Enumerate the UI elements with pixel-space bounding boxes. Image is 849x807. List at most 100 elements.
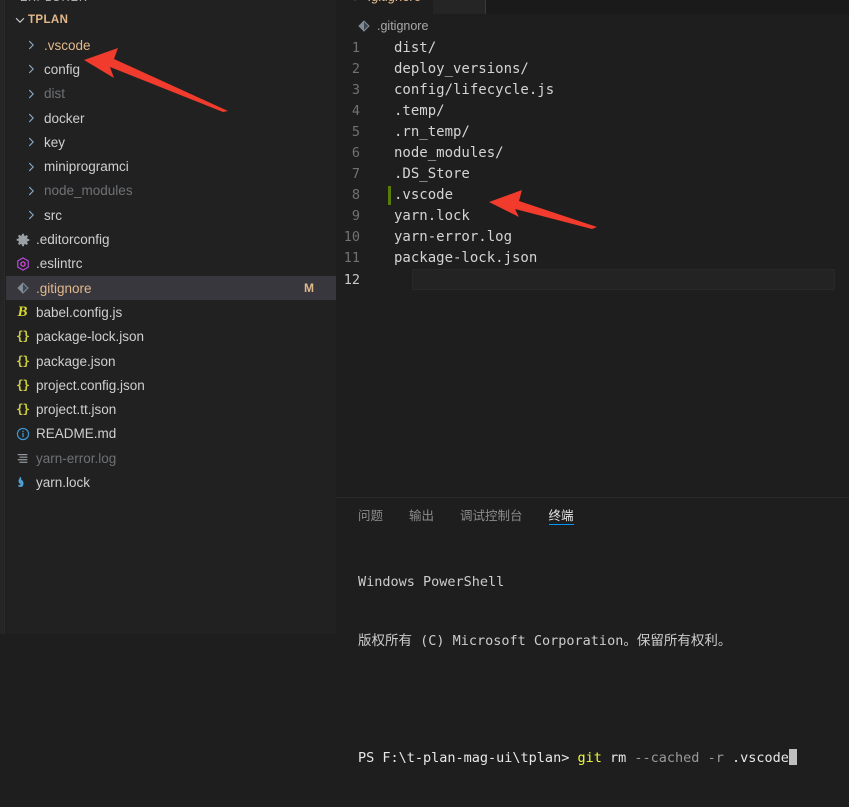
- panel-tab-list[interactable]: 问题 输出 调试控制台 终端: [336, 498, 849, 531]
- sidebar-title-bar: EXPLORER: [6, 0, 336, 9]
- file-tree-row[interactable]: node_modules: [6, 179, 336, 203]
- chevron-right-icon: [22, 110, 39, 127]
- yarn-cat-icon: [14, 474, 31, 491]
- file-name: README.md: [36, 426, 117, 442]
- code-line-text: .DS_Store: [394, 166, 470, 183]
- line-number: 5: [351, 123, 360, 140]
- explorer-sidebar: EXPLORER TPLAN .vscode config dist docker ke…: [6, 0, 336, 634]
- line-number: 3: [351, 81, 360, 98]
- vscode-window: EXPLORER TPLAN .vscode config dist docker ke…: [0, 0, 849, 766]
- file-tree[interactable]: .vscode config dist docker key miniprogramci n…: [6, 31, 336, 495]
- chevron-right-icon: [22, 134, 39, 151]
- terminal-arg-1: rm: [609, 749, 627, 766]
- code-editor[interactable]: 1 dist/2 deploy_versions/3 config/lifecycle…: [336, 37, 849, 497]
- terminal-command: git: [577, 749, 602, 766]
- code-line-text: config/lifecycle.js: [394, 81, 555, 98]
- file-tree-row[interactable]: key: [6, 130, 336, 154]
- tab-label: .gitignore: [368, 0, 421, 4]
- folder-name: src: [44, 207, 62, 223]
- gear-icon: [14, 231, 31, 248]
- file-tree-row[interactable]: docker: [6, 106, 336, 130]
- folder-name: config: [44, 61, 81, 77]
- git-file-icon: [348, 0, 362, 5]
- activity-bar[interactable]: [0, 0, 5, 634]
- line-number: 9: [351, 208, 360, 225]
- explorer-section-tplan[interactable]: TPLAN: [6, 9, 336, 31]
- panel-tab-output[interactable]: 输出: [409, 498, 434, 531]
- log-lines-icon: [14, 450, 31, 467]
- git-status-badge: M: [304, 281, 314, 296]
- sidebar-title: EXPLORER: [20, 0, 88, 4]
- git-file-icon: [14, 280, 31, 297]
- line-number: 1: [351, 39, 360, 56]
- terminal-output[interactable]: Windows PowerShell 版权所有 (C) Microsoft Co…: [336, 531, 849, 807]
- file-tree-row[interactable]: .editorconfig: [6, 227, 336, 251]
- tab-gitignore[interactable]: .gitignore: [336, 0, 434, 14]
- file-name: .eslintrc: [36, 256, 83, 272]
- file-tree-row[interactable]: {} project.tt.json: [6, 397, 336, 421]
- terminal-prompt: PS F:\t-plan-mag-ui\tplan>: [358, 749, 578, 766]
- json-braces-icon: {}: [15, 377, 30, 393]
- file-tree-row[interactable]: {} project.config.json: [6, 373, 336, 397]
- code-line-text: .temp/: [394, 102, 445, 119]
- breadcrumb[interactable]: .gitignore: [336, 14, 849, 37]
- terminal-line-2: 版权所有 (C) Microsoft Corporation。保留所有权利。: [358, 632, 732, 649]
- editor-tab-strip[interactable]: .gitignore: [336, 0, 849, 14]
- code-line[interactable]: 11 package-lock.json: [336, 248, 849, 269]
- line-number: 10: [343, 229, 360, 246]
- folder-name: key: [44, 134, 66, 150]
- info-circle-icon: [14, 425, 31, 442]
- folder-name: miniprogramci: [44, 159, 129, 175]
- file-tree-row[interactable]: {} package-lock.json: [6, 325, 336, 349]
- code-line[interactable]: 8 .vscode: [336, 185, 849, 206]
- code-line-text: deploy_versions/: [394, 60, 529, 77]
- code-line[interactable]: 6 node_modules/: [336, 142, 849, 163]
- panel-tab-problems[interactable]: 问题: [358, 498, 383, 531]
- file-name: yarn-error.log: [36, 450, 117, 466]
- file-tree-row[interactable]: .eslintrc: [6, 252, 336, 276]
- file-tree-row[interactable]: Bbabel.config.js: [6, 300, 336, 324]
- code-line-current[interactable]: 12: [336, 269, 849, 291]
- code-line-text: yarn.lock: [394, 208, 470, 225]
- file-tree-row[interactable]: config: [6, 57, 336, 81]
- code-line[interactable]: 4 .temp/: [336, 100, 849, 121]
- project-name: TPLAN: [28, 14, 69, 26]
- code-line[interactable]: 1 dist/: [336, 37, 849, 58]
- folder-name: node_modules: [44, 183, 133, 199]
- chevron-right-icon: [22, 207, 39, 224]
- chevron-right-icon: [22, 85, 39, 102]
- json-braces-icon: {}: [15, 328, 30, 344]
- file-name: project.tt.json: [36, 402, 117, 418]
- line-number: 12: [343, 271, 360, 288]
- file-tree-row[interactable]: yarn.lock: [6, 470, 336, 494]
- file-name: .gitignore: [36, 280, 92, 296]
- file-tree-row[interactable]: dist: [6, 82, 336, 106]
- code-line[interactable]: 10 yarn-error.log: [336, 227, 849, 248]
- code-line[interactable]: 5 .rn_temp/: [336, 121, 849, 142]
- file-tree-row[interactable]: README.md: [6, 422, 336, 446]
- file-name: project.config.json: [36, 377, 145, 393]
- eslint-icon: [14, 255, 31, 272]
- file-tree-row[interactable]: {} package.json: [6, 349, 336, 373]
- panel-tab-debug-console[interactable]: 调试控制台: [460, 498, 523, 531]
- json-braces-icon: {}: [15, 352, 30, 368]
- babel-icon: B: [17, 303, 28, 320]
- file-tree-row[interactable]: miniprogramci: [6, 154, 336, 178]
- editor-scrollbar[interactable]: [835, 14, 849, 497]
- file-tree-row-selected[interactable]: .gitignore M: [6, 275, 336, 301]
- file-tree-row[interactable]: src: [6, 203, 336, 227]
- line-number: 8: [351, 187, 360, 204]
- code-line[interactable]: 7 .DS_Store: [336, 164, 849, 185]
- file-name: yarn.lock: [36, 474, 91, 490]
- tab-strip-empty-area[interactable]: [485, 0, 849, 14]
- code-line[interactable]: 3 config/lifecycle.js: [336, 79, 849, 100]
- panel-tab-terminal[interactable]: 终端: [548, 498, 574, 531]
- terminal-arg-2: .vscode: [731, 749, 789, 766]
- file-tree-row[interactable]: .vscode: [6, 33, 336, 57]
- code-line-text: .rn_temp/: [394, 123, 470, 140]
- dirty-diff-marker: [388, 185, 391, 205]
- code-line[interactable]: 9 yarn.lock: [336, 206, 849, 227]
- code-line[interactable]: 2 deploy_versions/: [336, 58, 849, 79]
- file-tree-row[interactable]: yarn-error.log: [6, 446, 336, 470]
- terminal-line-1: Windows PowerShell: [358, 574, 505, 590]
